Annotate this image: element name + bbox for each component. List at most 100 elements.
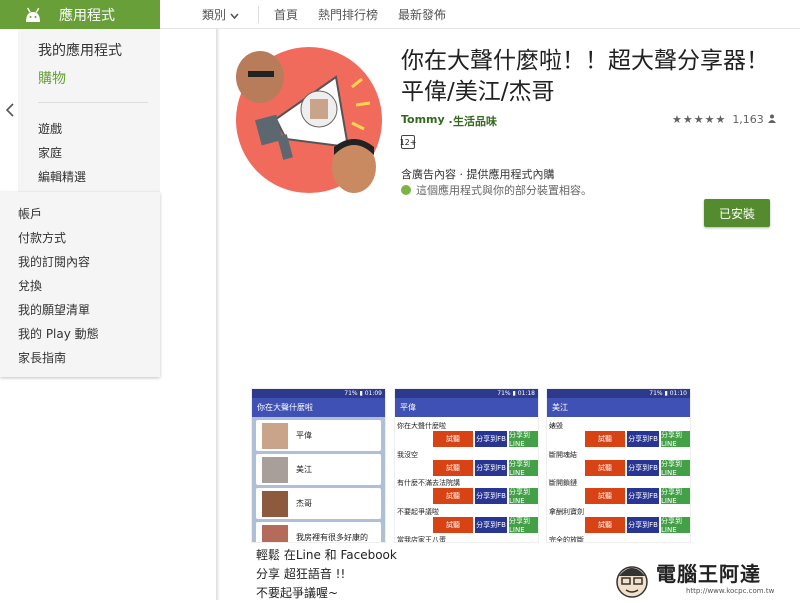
share-line-button: 分享到LINE bbox=[661, 488, 690, 505]
watermark-url: http://www.kocpc.com.tw bbox=[686, 587, 775, 595]
sound-row-label: 婊毀 bbox=[549, 422, 563, 430]
share-line-button: 分享到LINE bbox=[509, 517, 538, 534]
list-item-label: 美江 bbox=[296, 465, 312, 474]
share-line-button: 分享到LINE bbox=[509, 488, 538, 505]
screenshot-1[interactable]: 71% ▮ 01:09 你在大聲什麼啦 平偉 美江 杰哥 我房裡有很多好康的 bbox=[251, 388, 386, 543]
sidebar-item-shop[interactable]: 購物 bbox=[38, 68, 66, 88]
sound-row: 斷開鎖鏈 試聽 分享到FB 分享到LINE bbox=[547, 479, 690, 508]
sidebar-item-payment[interactable]: 付款方式 bbox=[18, 229, 66, 246]
list-item: 我房裡有很多好康的 bbox=[256, 522, 381, 542]
developer-link[interactable]: Tommy . bbox=[401, 113, 453, 126]
sound-list: 平偉 美江 杰哥 我房裡有很多好康的 bbox=[252, 417, 385, 542]
sound-row: 拿酬利寶劍 試聽 分享到FB 分享到LINE bbox=[547, 508, 690, 537]
ads-notice: 含廣告內容 · 提供應用程式內購 bbox=[401, 168, 555, 181]
compatibility-notice: 這個應用程式與你的部分裝置相容。 bbox=[401, 182, 592, 198]
list-item-label: 平偉 bbox=[296, 431, 312, 440]
sound-row-label: 拿酬利寶劍 bbox=[549, 508, 584, 516]
sidebar-item-parent-guide[interactable]: 家長指南 bbox=[18, 349, 66, 366]
watermark: 電腦王阿達 http://www.kocpc.com.tw bbox=[612, 556, 800, 600]
sound-row-label: 斷開魂結 bbox=[549, 451, 577, 459]
avatar bbox=[262, 490, 288, 517]
listen-button: 試聽 bbox=[433, 517, 473, 533]
sound-row: 斷開魂結 試聽 分享到FB 分享到LINE bbox=[547, 451, 690, 480]
description-line: 分享 超狂語音 !! bbox=[256, 567, 346, 581]
sidebar-item-family[interactable]: 家庭 bbox=[38, 144, 62, 161]
listen-button: 試聽 bbox=[585, 460, 625, 476]
sound-row-label: 我沒空 bbox=[397, 451, 418, 459]
share-fb-button: 分享到FB bbox=[475, 460, 507, 476]
star-rating-icon: ★★★★★ bbox=[672, 113, 727, 126]
sound-row: 我沒空試聽 分享到FB 分享到LINE bbox=[395, 451, 538, 480]
list-item: 平偉 bbox=[256, 420, 381, 451]
app-title: 你在大聲什麼啦！！超大聲分享器！平偉/美江/杰哥 bbox=[401, 48, 769, 105]
screenshot-2[interactable]: 71% ▮ 01:18 平偉 你在大聲什麼啦 試聽 分享到FB 分享到LINE 我沒空… bbox=[394, 388, 539, 543]
sidebar-item-account[interactable]: 帳戶 bbox=[18, 205, 42, 222]
list-item: 杰哥 bbox=[256, 488, 381, 519]
person-icon bbox=[767, 113, 776, 126]
status-bar: 71% ▮ 01:18 bbox=[395, 389, 538, 398]
listen-button: 試聽 bbox=[433, 488, 473, 504]
list-item: 美江 bbox=[256, 454, 381, 485]
watermark-title: 電腦王阿達 bbox=[656, 562, 761, 586]
sound-row-label: 有什麼不滿去法院講 bbox=[397, 479, 460, 487]
sidebar-item-redeem[interactable]: 兌換 bbox=[18, 277, 42, 294]
compatibility-text: 這個應用程式與你的部分裝置相容。 bbox=[416, 184, 592, 197]
nav-top-charts[interactable]: 熱門排行榜 bbox=[318, 0, 378, 29]
top-bar: 應用程式 類別 首頁 熱門排行榜 最新發佈 bbox=[0, 0, 800, 29]
nav-home[interactable]: 首頁 bbox=[274, 0, 298, 29]
status-bar: 71% ▮ 01:09 bbox=[252, 389, 385, 398]
category-dropdown[interactable]: 類別 bbox=[202, 0, 239, 29]
list-item-label: 我房裡有很多好康的 bbox=[296, 533, 368, 542]
installed-button[interactable]: 已安裝 bbox=[704, 199, 770, 227]
main-divider bbox=[216, 29, 220, 600]
share-line-button: 分享到LINE bbox=[661, 517, 690, 534]
share-fb-button: 分享到FB bbox=[627, 488, 659, 504]
sidebar-item-subscriptions[interactable]: 我的訂閱內容 bbox=[18, 253, 90, 270]
sound-row: 有什麼不滿去法院講 試聽 分享到FB 分享到LINE bbox=[395, 479, 538, 508]
sound-row-label: 你在大聲什麼啦 bbox=[397, 422, 446, 430]
share-line-button: 分享到LINE bbox=[661, 460, 690, 477]
brand-section[interactable]: 應用程式 bbox=[0, 0, 160, 29]
check-circle-icon bbox=[401, 185, 411, 195]
sidebar-item-play-activity[interactable]: 我的 Play 動態 bbox=[18, 325, 99, 342]
rating-summary: ★★★★★ 1,163 bbox=[672, 113, 776, 126]
sidebar-item-games[interactable]: 遊戲 bbox=[38, 120, 62, 137]
android-icon bbox=[22, 6, 44, 24]
avatar bbox=[262, 456, 288, 483]
nav-category-label: 類別 bbox=[202, 8, 227, 22]
sound-row: 婊毀試聽 分享到FB 分享到LINE bbox=[547, 422, 690, 451]
share-fb-button: 分享到FB bbox=[627, 517, 659, 533]
screenshot-3[interactable]: 71% ▮ 01:10 美江 婊毀 試聽 分享到FB 分享到LINE 斷開魂結 試聽 分享… bbox=[546, 388, 691, 543]
nav-divider bbox=[258, 6, 259, 23]
listen-button: 試聽 bbox=[585, 488, 625, 504]
sound-row: 你在大聲什麼啦 試聽 分享到FB 分享到LINE bbox=[395, 422, 538, 451]
sidebar-item-my-apps[interactable]: 我的應用程式 bbox=[38, 40, 122, 60]
sound-row-label: 不要起爭議啦 bbox=[397, 508, 439, 516]
share-line-button: 分享到LINE bbox=[509, 431, 538, 448]
share-fb-button: 分享到FB bbox=[475, 488, 507, 504]
sound-row-label: 斷開鎖鏈 bbox=[549, 479, 577, 487]
status-bar: 71% ▮ 01:10 bbox=[547, 389, 690, 398]
avatar bbox=[262, 524, 288, 542]
listen-button: 試聽 bbox=[433, 460, 473, 476]
nav-new-releases[interactable]: 最新發佈 bbox=[398, 0, 446, 29]
description-line: 輕鬆 在Line 和 Facebook bbox=[256, 548, 397, 562]
brand-title: 應用程式 bbox=[59, 7, 115, 24]
share-fb-button: 分享到FB bbox=[627, 431, 659, 447]
share-fb-button: 分享到FB bbox=[475, 517, 507, 533]
listen-button: 試聽 bbox=[585, 431, 625, 447]
sound-row: 不要起爭議啦 試聽 分享到FB 分享到LINE bbox=[395, 508, 538, 537]
chevron-left-icon[interactable] bbox=[2, 100, 18, 120]
app-icon bbox=[236, 47, 382, 193]
list-item-label: 杰哥 bbox=[296, 499, 312, 508]
sound-row-label: 當我店家王八蛋 bbox=[397, 536, 446, 543]
share-fb-button: 分享到FB bbox=[627, 460, 659, 476]
share-line-button: 分享到LINE bbox=[509, 460, 538, 477]
share-line-button: 分享到LINE bbox=[661, 431, 690, 448]
avatar bbox=[262, 422, 288, 449]
category-link[interactable]: 生活品味 bbox=[453, 113, 497, 129]
age-rating-badge: 12+ bbox=[400, 135, 416, 149]
sidebar-item-editors-choice[interactable]: 編輯精選 bbox=[38, 168, 86, 185]
screenshot-appbar-title: 平偉 bbox=[395, 398, 538, 417]
sidebar-item-wishlist[interactable]: 我的願望清單 bbox=[18, 301, 90, 318]
